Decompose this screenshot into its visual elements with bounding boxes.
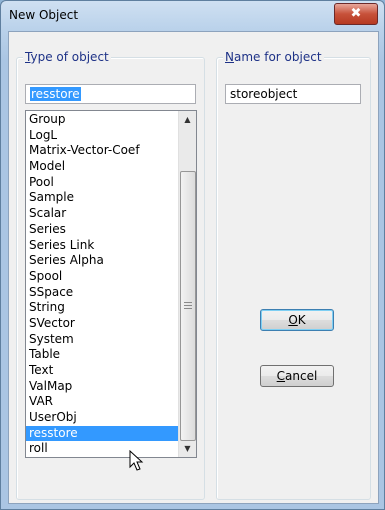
list-item[interactable]: Table — [26, 347, 178, 363]
list-item[interactable]: Text — [26, 363, 178, 379]
name-for-object-mnemonic: N — [225, 50, 234, 64]
name-for-object-input[interactable]: storeobject — [225, 84, 361, 104]
object-type-list-items: Group LogL Matrix-Vector-Coef Model Pool Samp… — [26, 112, 178, 457]
list-item[interactable]: resstore — [26, 425, 178, 442]
cancel-button[interactable]: Cancel — [260, 365, 334, 387]
list-item[interactable]: Series Alpha — [26, 253, 178, 269]
list-scrollbar[interactable]: ▲ ▼ — [178, 111, 196, 457]
list-item[interactable]: Pool — [26, 175, 178, 191]
thumb-grip — [184, 305, 192, 306]
list-item[interactable]: UserObj — [26, 410, 178, 426]
type-of-object-input[interactable]: resstore — [25, 84, 196, 104]
dialog-window: New Object ✖ Type of object resstore Gro… — [0, 0, 385, 510]
scrollbar-thumb[interactable] — [180, 171, 196, 441]
list-item[interactable]: SSpace — [26, 285, 178, 301]
list-item[interactable]: ValMap — [26, 379, 178, 395]
type-of-object-group: Type of object resstore Group LogL Matrix-… — [16, 50, 205, 500]
list-item[interactable]: Scalar — [26, 206, 178, 222]
scroll-up-arrow-icon[interactable]: ▲ — [179, 111, 196, 128]
list-item[interactable]: SVector — [26, 316, 178, 332]
list-item[interactable]: Group — [26, 112, 178, 128]
thumb-grip — [184, 302, 192, 303]
ok-mnemonic: O — [288, 313, 298, 327]
ok-label-rest: K — [297, 313, 306, 327]
mouse-pointer-icon — [129, 450, 144, 471]
close-button[interactable]: ✖ — [334, 3, 378, 25]
list-item[interactable]: LogL — [26, 128, 178, 144]
name-for-object-group: Name for object storeobject OK Cancel — [216, 50, 371, 500]
type-of-object-legend: Type of object — [23, 50, 111, 64]
object-type-list[interactable]: Group LogL Matrix-Vector-Coef Model Pool Samp… — [25, 110, 197, 458]
type-of-object-input-value: resstore — [30, 87, 81, 101]
list-item[interactable]: Series — [26, 222, 178, 238]
list-item[interactable]: VAR — [26, 394, 178, 410]
thumb-grip — [184, 308, 192, 309]
dialog-title: New Object — [9, 8, 79, 22]
name-for-object-input-value: storeobject — [230, 87, 298, 101]
list-item[interactable]: System — [26, 332, 178, 348]
name-for-object-legend: Name for object — [223, 50, 324, 64]
list-item[interactable]: Matrix-Vector-Coef — [26, 143, 178, 159]
list-item[interactable]: Spool — [26, 269, 178, 285]
cancel-label-rest: ancel — [285, 369, 318, 383]
ok-button[interactable]: OK — [260, 309, 334, 331]
list-item[interactable]: roll — [26, 441, 178, 457]
list-item[interactable]: Series Link — [26, 238, 178, 254]
title-bar[interactable]: New Object ✖ — [1, 1, 384, 31]
name-for-object-legend-rest: ame for object — [233, 50, 322, 64]
scroll-down-arrow-icon[interactable]: ▼ — [179, 440, 196, 457]
dialog-client-area: Type of object resstore Group LogL Matrix-… — [8, 31, 379, 504]
close-icon: ✖ — [350, 6, 362, 21]
list-item[interactable]: String — [26, 300, 178, 316]
cancel-mnemonic: C — [276, 369, 286, 383]
list-item[interactable]: Model — [26, 159, 178, 175]
type-of-object-legend-rest: ype of object — [30, 50, 109, 64]
list-item[interactable]: Sample — [26, 190, 178, 206]
